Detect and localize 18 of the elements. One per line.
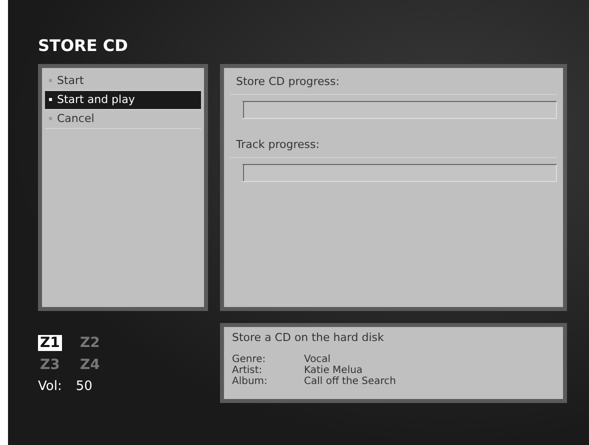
zone-button[interactable]: Z1 (38, 335, 62, 351)
field-value: Vocal (304, 354, 332, 365)
screen-title: STORE CD (38, 36, 129, 57)
field-value: Call off the Search (304, 376, 397, 387)
info-description: Store a CD on the hard disk (232, 331, 385, 344)
zone-button[interactable]: Z3 (38, 357, 62, 373)
volume-label: Vol: (38, 379, 62, 394)
progress-label: Store CD progress: (230, 70, 557, 95)
zone-button[interactable]: Z4 (78, 357, 102, 373)
field-label: Album: (232, 376, 268, 387)
volume-value: 50 (76, 379, 92, 394)
menu-item[interactable]: Start and play (45, 91, 201, 110)
menu-item[interactable]: Cancel (45, 110, 201, 129)
zone-button[interactable]: Z2 (78, 335, 102, 351)
field-value: Katie Melua (304, 365, 364, 376)
progress-label: Track progress: (230, 133, 557, 158)
field-label: Genre: (232, 354, 267, 365)
field-label: Artist: (232, 365, 264, 376)
